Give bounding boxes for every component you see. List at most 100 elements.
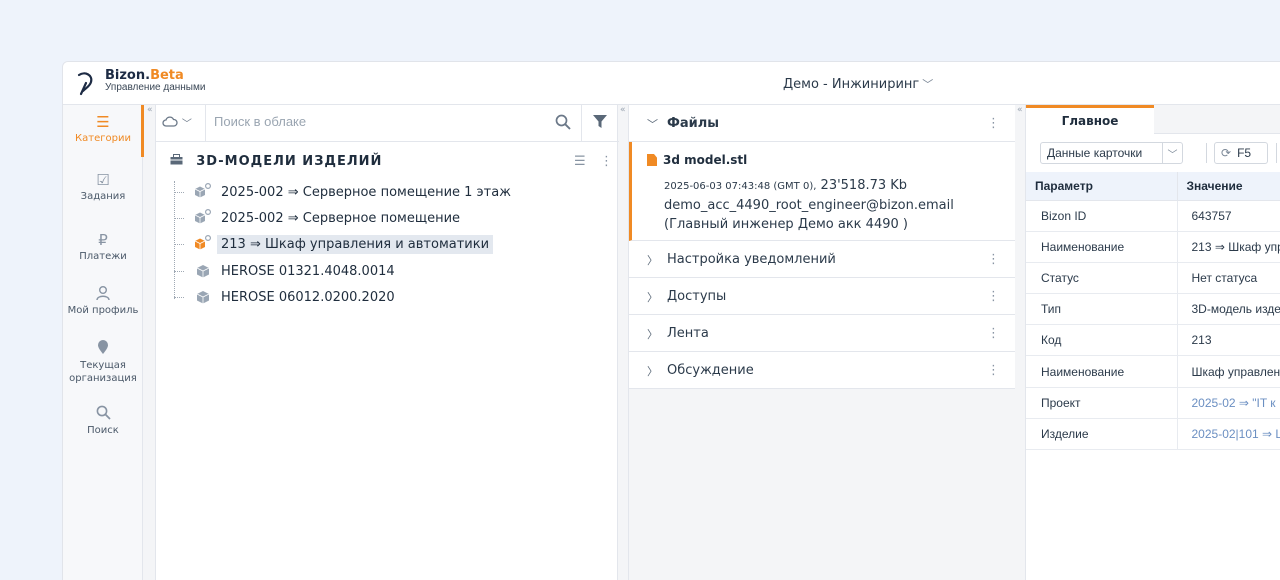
sidebar-item-label: Категории [75,133,131,144]
sidebar-item-categories[interactable]: ☰ Категории [63,113,143,144]
chevron-down-icon: ﹀ [1162,143,1182,163]
tree-title-text: 3D-МОДЕЛИ ИЗДЕЛИЙ [196,154,383,169]
table-row[interactable]: Код 213 [1026,324,1280,357]
param-cell: Наименование [1026,231,1177,263]
sidebar-item-label: Задания [80,191,126,202]
list-view-icon[interactable]: ☰ [574,154,586,169]
param-cell: Bizon ID [1026,200,1177,232]
cube-icon [196,264,210,278]
table-row[interactable]: Изделие 2025-02|101 ⇒ L [1026,418,1280,451]
tree-item[interactable]: HEROSE 06012.0200.2020 [174,286,399,308]
section-title: Файлы [667,116,720,131]
tree-item-label: HEROSE 06012.0200.2020 [221,289,395,305]
cloud-source-selector[interactable]: ﹀ [162,115,192,130]
sidebar: ☰ Категории ☑ Задания ₽ Платежи Мой проф… [63,105,153,580]
section-title: Настройка уведомлений [667,252,836,267]
file-timestamp: 2025-06-03 07:43:48 (GMT 0), [664,181,817,192]
more-options-icon[interactable]: ⋮ [987,363,1000,378]
section-title: Доступы [667,289,727,304]
divider [1206,143,1207,163]
logo[interactable]: Bizon.Beta Управление данными [75,69,205,97]
tree-item-label: 2025-002 ⇒ Серверное помещение [221,210,461,226]
section-files[interactable]: ﹀ Файлы ⋮ [629,105,1015,142]
file-icon [647,154,657,166]
card-data-select[interactable]: Данные карточки ﹀ [1040,142,1183,164]
divider [205,105,206,142]
value-cell: Шкаф управлен [1176,355,1280,388]
column-header[interactable]: Значение [1176,172,1280,201]
tree-pane: ﹀ 3D-МОДЕЛИ ИЗДЕЛИЙ ☰ ⋮ 2025-002 ⇒ Серве… [155,105,619,580]
more-options-icon[interactable]: ⋮ [987,116,1000,131]
section-notifications[interactable]: 〉 Настройка уведомлений ⋮ [629,241,1015,278]
card-data-select-value: Данные карточки [1047,146,1143,160]
details-table: Параметр Значение Bizon ID 643757 Наимен… [1026,172,1280,451]
table-row[interactable]: Наименование 213 ⇒ Шкаф упр [1026,231,1280,263]
chevron-down-icon: ﹀ [922,78,934,91]
sidebar-item-label: Текущая организация [69,360,137,384]
more-options-icon[interactable]: ⋮ [987,326,1000,341]
sidebar-item-label: Поиск [87,425,119,436]
user-icon [63,285,143,301]
filter-icon[interactable] [593,115,607,129]
collapse-left-icon[interactable]: « [1017,105,1023,115]
sidebar-item-current-organization[interactable]: Текущая организация [63,339,143,385]
search-icon[interactable] [555,114,571,130]
section-discussion[interactable]: 〉 Обсуждение ⋮ [629,352,1015,389]
collapse-left-icon[interactable]: « [147,105,153,115]
tree-item-selected[interactable]: 213 ⇒ Шкаф управления и автоматики [174,233,494,255]
chevron-right-icon: 〉 [647,291,658,304]
table-row[interactable]: Bizon ID 643757 [1026,200,1280,232]
cube-icon [196,290,210,304]
param-cell: Проект [1026,387,1177,419]
tab-main[interactable]: Главное [1026,105,1154,135]
organization-selector[interactable]: Демо - Инжиниринг ﹀ [783,76,933,92]
table-row[interactable]: Проект 2025-02 ⇒ "IT к [1026,387,1280,419]
shared-cube-icon [194,208,211,225]
column-header[interactable]: Параметр [1026,172,1177,201]
value-cell: Нет статуса [1176,262,1280,295]
sidebar-item-tasks[interactable]: ☑ Задания [63,171,143,202]
sidebar-item-search[interactable]: Поиск [63,405,143,436]
collapse-left-icon[interactable]: « [620,105,626,115]
chevron-down-icon: ﹀ [181,119,192,130]
file-card[interactable]: 3d model.stl 2025-06-03 07:43:48 (GMT 0)… [629,142,1015,241]
file-name[interactable]: 3d model.stl [647,153,747,167]
section-access[interactable]: 〉 Доступы ⋮ [629,278,1015,315]
more-options-icon[interactable]: ⋮ [600,154,613,169]
divider [581,105,582,142]
tree-item[interactable]: HEROSE 01321.4048.0014 [174,260,399,282]
table-row[interactable]: Статус Нет статуса [1026,262,1280,295]
more-options-icon[interactable]: ⋮ [987,252,1000,267]
sidebar-item-profile[interactable]: Мой профиль [63,285,143,316]
details-pane: « Главное Данные карточки ﹀ ⟳ F5 Параметр… [1017,105,1280,580]
value-link[interactable]: 2025-02 ⇒ "IT к [1176,387,1280,419]
shared-cube-orange-icon [194,234,211,251]
sidebar-item-payments[interactable]: ₽ Платежи [63,231,143,262]
table-row[interactable]: Тип 3D-модель изде [1026,293,1280,326]
refresh-button[interactable]: ⟳ F5 [1214,142,1268,164]
chevron-down-icon: ﹀ [647,118,658,131]
tree-title: 3D-МОДЕЛИ ИЗДЕЛИЙ [170,154,382,169]
logo-accent: Beta [150,68,184,83]
search-icon [63,405,143,421]
organization-name: Демо - Инжиниринг [783,77,920,92]
logo-subtitle: Управление данными [105,82,206,93]
value-cell: 643757 [1176,200,1280,232]
app-window: Bizon.Beta Управление данными Демо - Инж… [62,61,1280,580]
logo-name: Bizon.Beta [105,68,184,83]
tree-item[interactable]: 2025-002 ⇒ Серверное помещение [174,207,464,229]
menu-icon: ☰ [96,113,110,131]
value-link[interactable]: 2025-02|101 ⇒ L [1176,418,1280,451]
file-size: 23'518.73 Kb [820,178,908,193]
more-options-icon[interactable]: ⋮ [987,289,1000,304]
category-icon [170,154,188,168]
refresh-icon: ⟳ [1221,146,1232,160]
cloud-search-input[interactable] [214,114,544,129]
table-row[interactable]: Наименование Шкаф управлен [1026,355,1280,388]
param-cell: Статус [1026,262,1177,295]
table-header-row: Параметр Значение [1026,172,1280,201]
section-feed[interactable]: 〉 Лента ⋮ [629,315,1015,352]
cloud-search-bar: ﹀ [156,105,619,142]
tree-item[interactable]: 2025-002 ⇒ Серверное помещение 1 этаж [174,181,515,203]
refresh-label: F5 [1237,146,1252,160]
